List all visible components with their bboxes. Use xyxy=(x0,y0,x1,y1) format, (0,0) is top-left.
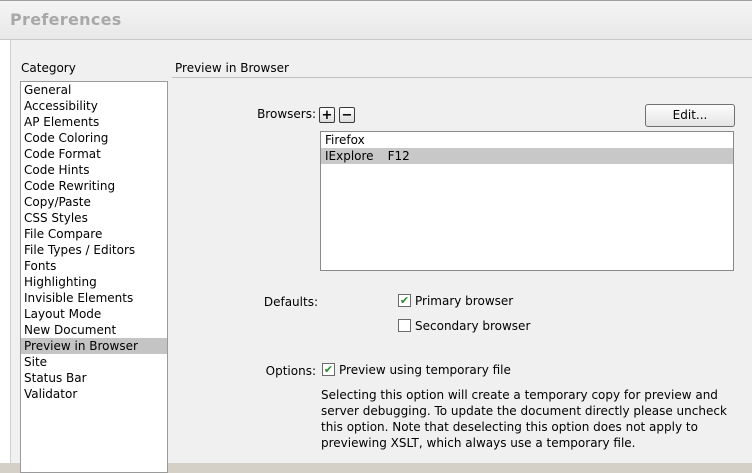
minus-icon: − xyxy=(341,107,353,123)
primary-browser-checkbox[interactable]: ✔ xyxy=(398,294,411,307)
browser-item[interactable]: Firefox xyxy=(321,132,733,148)
category-item-ap-elements[interactable]: AP Elements xyxy=(21,114,167,130)
category-item-site[interactable]: Site xyxy=(21,354,167,370)
browser-name: Firefox xyxy=(325,133,365,147)
browser-item[interactable]: IExplore F12 xyxy=(321,148,733,164)
category-item-layout-mode[interactable]: Layout Mode xyxy=(21,306,167,322)
category-item-copy-paste[interactable]: Copy/Paste xyxy=(21,194,167,210)
temp-file-label[interactable]: Preview using temporary file xyxy=(339,363,511,377)
category-item-accessibility[interactable]: Accessibility xyxy=(21,98,167,114)
add-browser-button[interactable]: + xyxy=(319,107,335,123)
section-title: Preview in Browser xyxy=(175,61,289,75)
options-label: Options: xyxy=(265,364,316,378)
browser-shortcut: F12 xyxy=(387,149,410,163)
category-list[interactable]: General Accessibility AP Elements Code Colo… xyxy=(20,81,168,473)
browser-name: IExplore xyxy=(325,149,374,163)
category-item-invisible-elements[interactable]: Invisible Elements xyxy=(21,290,167,306)
secondary-browser-checkbox[interactable] xyxy=(398,319,411,332)
edit-button[interactable]: Edit... xyxy=(645,104,735,127)
category-item-preview-in-browser[interactable]: Preview in Browser xyxy=(21,338,167,354)
plus-icon: + xyxy=(321,107,333,123)
category-item-css-styles[interactable]: CSS Styles xyxy=(21,210,167,226)
category-item-file-types-editors[interactable]: File Types / Editors xyxy=(21,242,167,258)
category-item-code-coloring[interactable]: Code Coloring xyxy=(21,130,167,146)
temp-file-checkbox[interactable]: ✔ xyxy=(322,363,335,376)
primary-browser-label[interactable]: Primary browser xyxy=(415,294,513,308)
secondary-browser-label[interactable]: Secondary browser xyxy=(415,319,530,333)
defaults-label: Defaults: xyxy=(263,295,318,309)
category-item-code-format[interactable]: Code Format xyxy=(21,146,167,162)
browsers-label: Browsers: xyxy=(257,107,316,121)
category-item-status-bar[interactable]: Status Bar xyxy=(21,370,167,386)
category-label: Category xyxy=(21,61,76,75)
category-item-file-compare[interactable]: File Compare xyxy=(21,226,167,242)
section-divider xyxy=(172,77,752,78)
category-item-fonts[interactable]: Fonts xyxy=(21,258,167,274)
category-item-general[interactable]: General xyxy=(21,82,167,98)
category-item-highlighting[interactable]: Highlighting xyxy=(21,274,167,290)
dialog-title: Preferences xyxy=(10,10,122,29)
category-item-new-document[interactable]: New Document xyxy=(21,322,167,338)
temp-file-description: Selecting this option will create a temp… xyxy=(321,388,727,450)
category-item-code-hints[interactable]: Code Hints xyxy=(21,162,167,178)
remove-browser-button[interactable]: − xyxy=(339,107,355,123)
title-bar[interactable]: Preferences xyxy=(0,1,752,40)
category-item-code-rewriting[interactable]: Code Rewriting xyxy=(21,178,167,194)
preferences-dialog: Preferences Category General Accessibilit… xyxy=(0,0,752,473)
browser-list[interactable]: Firefox IExplore F12 xyxy=(320,131,734,271)
category-item-validator[interactable]: Validator xyxy=(21,386,167,402)
